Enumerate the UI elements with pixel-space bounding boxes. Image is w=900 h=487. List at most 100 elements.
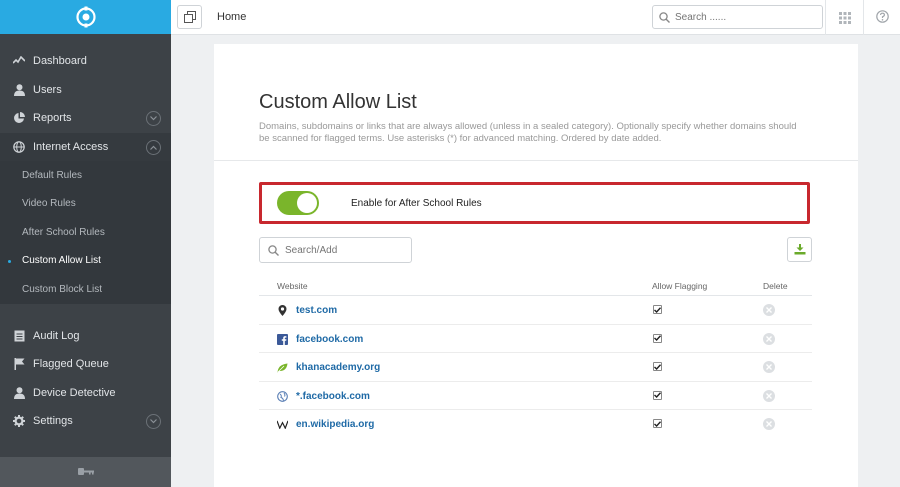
globe-icon bbox=[12, 140, 26, 154]
table-row: khanacademy.org bbox=[259, 353, 812, 382]
sidebar-item-label: Users bbox=[33, 83, 62, 96]
topbar-divider bbox=[825, 0, 826, 35]
top-search[interactable] bbox=[652, 5, 823, 29]
download-icon bbox=[794, 244, 805, 255]
allow-flagging-checkbox[interactable] bbox=[653, 362, 662, 371]
chevron-down-icon[interactable] bbox=[146, 414, 161, 429]
delete-button[interactable] bbox=[763, 361, 775, 373]
sidebar-item-label: Dashboard bbox=[33, 55, 87, 68]
sidebar-subitem-after-school-rules[interactable]: After School Rules bbox=[0, 218, 171, 247]
sidebar-item-label: Audit Log bbox=[33, 329, 80, 342]
leaf-icon bbox=[277, 362, 288, 373]
toggle-knob bbox=[297, 193, 317, 213]
sidebar-item-label: Flagged Queue bbox=[33, 358, 109, 371]
delete-button[interactable] bbox=[763, 418, 775, 430]
sidebar-item-users[interactable]: Users bbox=[0, 76, 171, 105]
apps-grid-icon[interactable] bbox=[839, 11, 851, 29]
table-row: en.wikipedia.org bbox=[259, 410, 812, 439]
table-row: *.facebook.com bbox=[259, 382, 812, 410]
page-title: Custom Allow List bbox=[259, 91, 417, 113]
close-icon bbox=[766, 364, 772, 370]
download-button[interactable] bbox=[787, 237, 812, 262]
pulse-icon bbox=[12, 54, 26, 68]
sidebar-item-label: Reports bbox=[33, 112, 72, 125]
search-add-field[interactable] bbox=[259, 237, 412, 263]
close-icon bbox=[766, 421, 772, 427]
table-header: Website Allow Flagging Delete bbox=[259, 275, 812, 296]
allow-flagging-checkbox[interactable] bbox=[653, 333, 662, 343]
document-icon bbox=[12, 329, 26, 343]
wikipedia-icon bbox=[277, 419, 288, 430]
check-icon bbox=[654, 335, 661, 341]
page-description: Domains, subdomains or links that are al… bbox=[259, 121, 797, 144]
breadcrumb[interactable]: Home bbox=[217, 11, 246, 23]
user-icon bbox=[12, 83, 26, 97]
site-link[interactable]: en.wikipedia.org bbox=[296, 419, 374, 430]
site-link[interactable]: facebook.com bbox=[296, 334, 363, 345]
after-school-toggle[interactable] bbox=[277, 191, 319, 215]
sidebar-item-dashboard[interactable]: Dashboard bbox=[0, 47, 171, 76]
sidebar-nav: Dashboard Users Reports Internet Access bbox=[0, 34, 171, 436]
topbar-divider bbox=[863, 0, 864, 35]
sidebar-item-internet-access[interactable]: Internet Access bbox=[0, 132, 171, 161]
window-toggle-button[interactable] bbox=[177, 5, 202, 29]
search-icon bbox=[268, 244, 279, 256]
close-icon bbox=[766, 392, 772, 399]
sidebar-footer[interactable] bbox=[0, 457, 171, 487]
facebook-icon bbox=[277, 333, 288, 345]
internet-access-submenu: Default Rules Video Rules After School R… bbox=[0, 161, 171, 304]
sidebar-subitem-default-rules[interactable]: Default Rules bbox=[0, 161, 171, 190]
card-header: Custom Allow List Domains, subdomains or… bbox=[214, 44, 858, 161]
sidebar-item-settings[interactable]: Settings bbox=[0, 407, 171, 436]
site-link[interactable]: test.com bbox=[296, 305, 337, 316]
allow-flagging-checkbox[interactable] bbox=[653, 305, 662, 314]
topbar: Home bbox=[171, 0, 900, 35]
delete-button[interactable] bbox=[763, 304, 775, 316]
flag-icon bbox=[12, 357, 26, 371]
chevron-up-icon[interactable] bbox=[146, 139, 161, 155]
check-icon bbox=[654, 306, 661, 313]
search-add-input[interactable] bbox=[285, 244, 405, 256]
help-icon[interactable] bbox=[876, 10, 889, 28]
close-icon bbox=[766, 335, 772, 342]
allow-flagging-checkbox[interactable] bbox=[653, 419, 662, 428]
sidebar-item-audit-log[interactable]: Audit Log bbox=[0, 322, 171, 351]
sidebar-item-device-detective[interactable]: Device Detective bbox=[0, 379, 171, 408]
check-icon bbox=[654, 363, 661, 370]
sidebar-item-flagged-queue[interactable]: Flagged Queue bbox=[0, 350, 171, 379]
allow-list-table: Website Allow Flagging Delete test.com f… bbox=[259, 275, 812, 439]
after-school-toggle-row: Enable for After School Rules bbox=[259, 182, 810, 224]
gear-icon bbox=[12, 414, 26, 428]
sidebar-item-label: Settings bbox=[33, 415, 73, 428]
allow-flagging-checkbox[interactable] bbox=[653, 390, 662, 400]
user-icon bbox=[12, 386, 26, 400]
key-icon[interactable] bbox=[77, 463, 94, 481]
location-pin-icon bbox=[277, 305, 288, 316]
column-website[interactable]: Website bbox=[277, 281, 308, 291]
toggle-label: Enable for After School Rules bbox=[351, 197, 482, 209]
top-search-input[interactable] bbox=[675, 11, 815, 23]
site-link[interactable]: *.facebook.com bbox=[296, 391, 370, 402]
sidebar-item-reports[interactable]: Reports bbox=[0, 104, 171, 133]
windows-icon bbox=[183, 11, 196, 23]
check-icon bbox=[654, 392, 661, 398]
search-icon bbox=[659, 11, 670, 23]
column-allow-flagging[interactable]: Allow Flagging bbox=[652, 281, 707, 291]
sidebar-subitem-custom-allow-list[interactable]: Custom Allow List bbox=[0, 247, 171, 276]
pie-chart-icon bbox=[12, 111, 26, 125]
table-row: test.com bbox=[259, 296, 812, 325]
chevron-down-icon[interactable] bbox=[146, 111, 161, 126]
sidebar-subitem-custom-block-list[interactable]: Custom Block List bbox=[0, 275, 171, 304]
logo-bar[interactable] bbox=[0, 0, 171, 34]
sidebar: Dashboard Users Reports Internet Access bbox=[0, 0, 171, 487]
sidebar-subitem-video-rules[interactable]: Video Rules bbox=[0, 190, 171, 219]
column-delete: Delete bbox=[763, 281, 788, 291]
globe-icon bbox=[277, 390, 288, 402]
sidebar-item-label: Device Detective bbox=[33, 386, 116, 399]
sidebar-item-label: Internet Access bbox=[33, 140, 109, 153]
content-card: Custom Allow List Domains, subdomains or… bbox=[214, 44, 858, 487]
site-link[interactable]: khanacademy.org bbox=[296, 362, 380, 373]
delete-button[interactable] bbox=[763, 332, 775, 345]
delete-button[interactable] bbox=[763, 389, 775, 402]
